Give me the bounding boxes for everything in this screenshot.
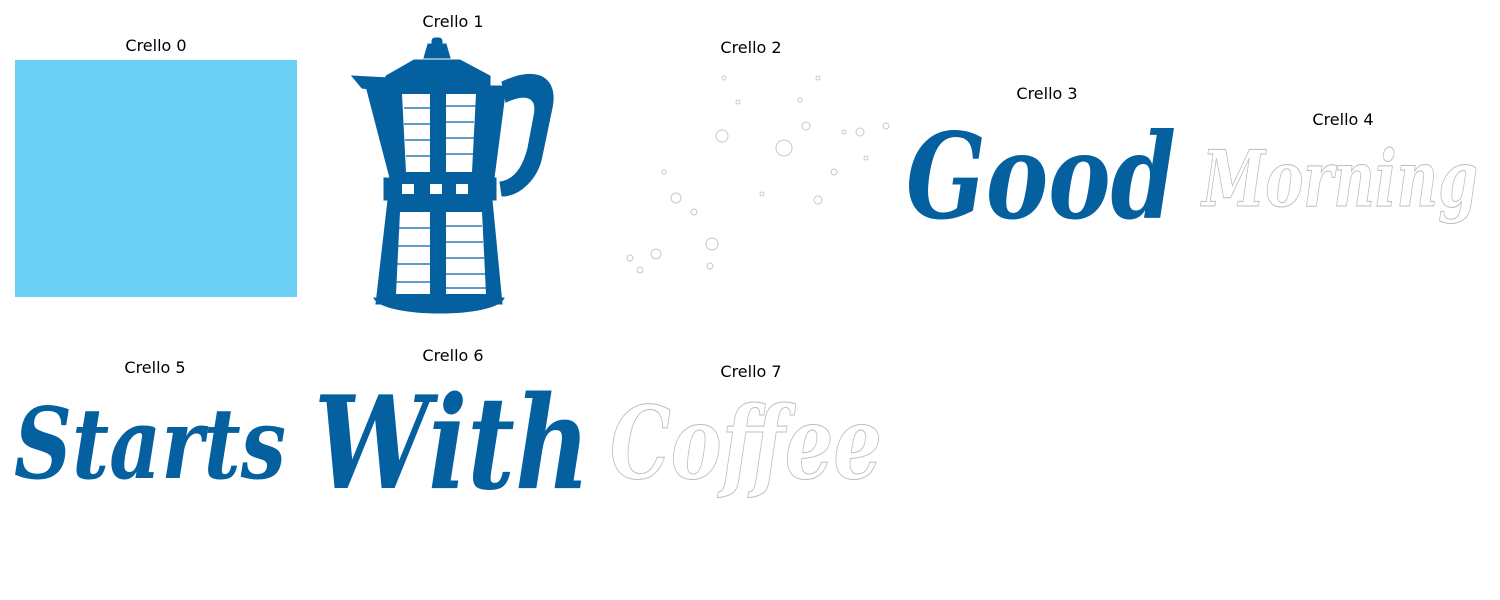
with-word: With: [314, 370, 590, 512]
crello-3-cell: Crello 3 Good: [900, 84, 1194, 248]
crello-5-cell: Crello 5 Starts: [8, 358, 302, 504]
sky-blue-rectangle: [15, 60, 297, 297]
morning-lettering: Morning: [1199, 134, 1478, 226]
crello-7-caption: Crello 7: [720, 362, 782, 381]
crello-7-cell: Crello 7 Coffee: [604, 362, 898, 504]
bubbles-icon: [626, 75, 890, 274]
crello-0-cell: Crello 0: [14, 36, 298, 298]
morning-word: Morning: [1200, 134, 1478, 225]
crello-5-caption: Crello 5: [124, 358, 186, 377]
crello-4-caption: Crello 4: [1312, 110, 1374, 129]
crello-1-caption: Crello 1: [422, 12, 484, 31]
moka-pot-icon: [350, 37, 554, 314]
crello-2-caption: Crello 2: [720, 38, 782, 57]
with-lettering: With: [314, 370, 590, 512]
starts-word: Starts: [14, 387, 286, 502]
good-word: Good: [906, 108, 1176, 246]
starts-lettering: Starts: [14, 387, 286, 502]
coffee-word: Coffee: [610, 386, 882, 502]
crello-0-caption: Crello 0: [125, 36, 187, 55]
crello-6-cell: Crello 6 With: [306, 346, 600, 512]
crello-3-caption: Crello 3: [1016, 84, 1078, 103]
good-lettering: Good: [906, 108, 1176, 246]
crello-1-cell: Crello 1: [306, 12, 600, 322]
crello-6-caption: Crello 6: [422, 346, 484, 365]
crello-2-cell: Crello 2: [604, 38, 898, 300]
crello-4-cell: Crello 4 Morning: [1196, 110, 1490, 230]
coffee-lettering: Coffee: [610, 386, 883, 503]
